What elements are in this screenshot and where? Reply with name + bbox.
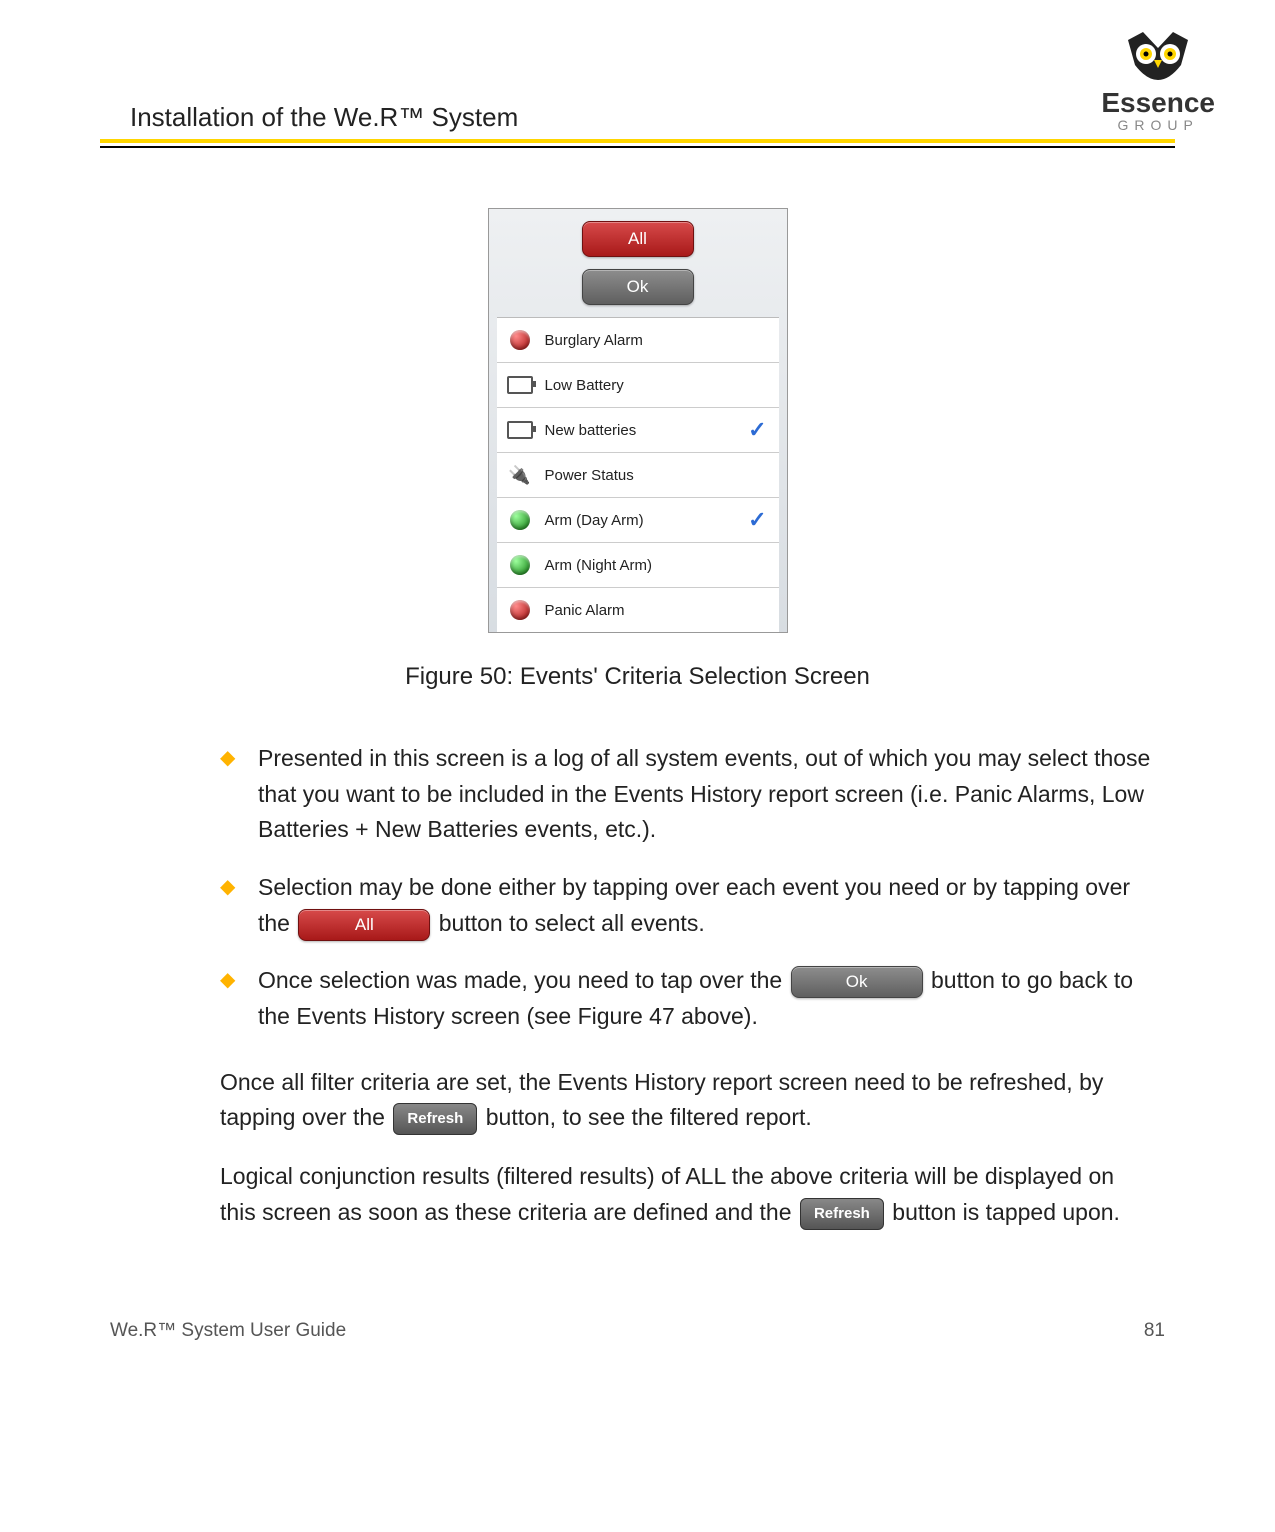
row-label: Panic Alarm <box>545 602 625 619</box>
paragraph: Once all filter criteria are set, the Ev… <box>220 1065 1155 1136</box>
footer-left: We.R™ System User Guide <box>110 1320 346 1342</box>
logo-subtext: GROUP <box>1118 117 1199 133</box>
footer: We.R™ System User Guide 81 <box>100 1320 1175 1342</box>
battery-low-icon <box>507 374 533 396</box>
battery-full-icon <box>507 419 533 441</box>
list-item[interactable]: New batteries ✓ <box>497 408 779 453</box>
check-icon: ✓ <box>748 417 766 443</box>
list-item[interactable]: Arm (Night Arm) <box>497 543 779 588</box>
all-button-inline[interactable]: All <box>298 909 430 941</box>
page-number: 81 <box>1144 1320 1165 1342</box>
row-label: Power Status <box>545 467 634 484</box>
logo-text: Essence <box>1101 90 1215 115</box>
list-item[interactable]: Burglary Alarm <box>497 318 779 363</box>
figure-screenshot: All Ok Burglary Alarm Low Battery New ba… <box>488 208 788 633</box>
ok-button-inline[interactable]: Ok <box>791 966 923 998</box>
section-title: Installation of the We.R™ System <box>100 102 518 133</box>
arm-icon <box>507 509 533 531</box>
divider-yellow <box>100 139 1175 143</box>
list-item[interactable]: Panic Alarm <box>497 588 779 632</box>
paragraph: Logical conjunction results (filtered re… <box>220 1159 1155 1230</box>
refresh-button-inline[interactable]: Refresh <box>393 1103 477 1135</box>
brand-logo: Essence GROUP <box>1101 30 1215 133</box>
check-icon: ✓ <box>748 507 766 533</box>
row-label: Arm (Night Arm) <box>545 557 653 574</box>
divider-black <box>100 146 1175 148</box>
refresh-button-inline[interactable]: Refresh <box>800 1198 884 1230</box>
events-list: Burglary Alarm Low Battery New batteries… <box>497 317 779 632</box>
figure-caption: Figure 50: Events' Criteria Selection Sc… <box>100 663 1175 691</box>
page: Installation of the We.R™ System Essence… <box>0 0 1275 1382</box>
list-item[interactable]: 🔌 Power Status <box>497 453 779 498</box>
row-label: New batteries <box>545 422 637 439</box>
ok-button[interactable]: Ok <box>582 269 694 305</box>
alarm-icon <box>507 329 533 351</box>
list-item[interactable]: Low Battery <box>497 363 779 408</box>
header: Installation of the We.R™ System Essence… <box>100 30 1175 133</box>
alarm-icon <box>507 599 533 621</box>
body-text: Presented in this screen is a log of all… <box>100 741 1175 1230</box>
owl-icon <box>1118 30 1198 90</box>
row-label: Burglary Alarm <box>545 332 643 349</box>
bullet-item: Presented in this screen is a log of all… <box>220 741 1155 848</box>
plug-icon: 🔌 <box>507 464 533 486</box>
bullet-item: Selection may be done either by tapping … <box>220 870 1155 941</box>
bullet-item: Once selection was made, you need to tap… <box>220 963 1155 1034</box>
arm-icon <box>507 554 533 576</box>
row-label: Arm (Day Arm) <box>545 512 644 529</box>
row-label: Low Battery <box>545 377 624 394</box>
list-item[interactable]: Arm (Day Arm) ✓ <box>497 498 779 543</box>
all-button[interactable]: All <box>582 221 694 257</box>
bullet-list: Presented in this screen is a log of all… <box>220 741 1155 1034</box>
